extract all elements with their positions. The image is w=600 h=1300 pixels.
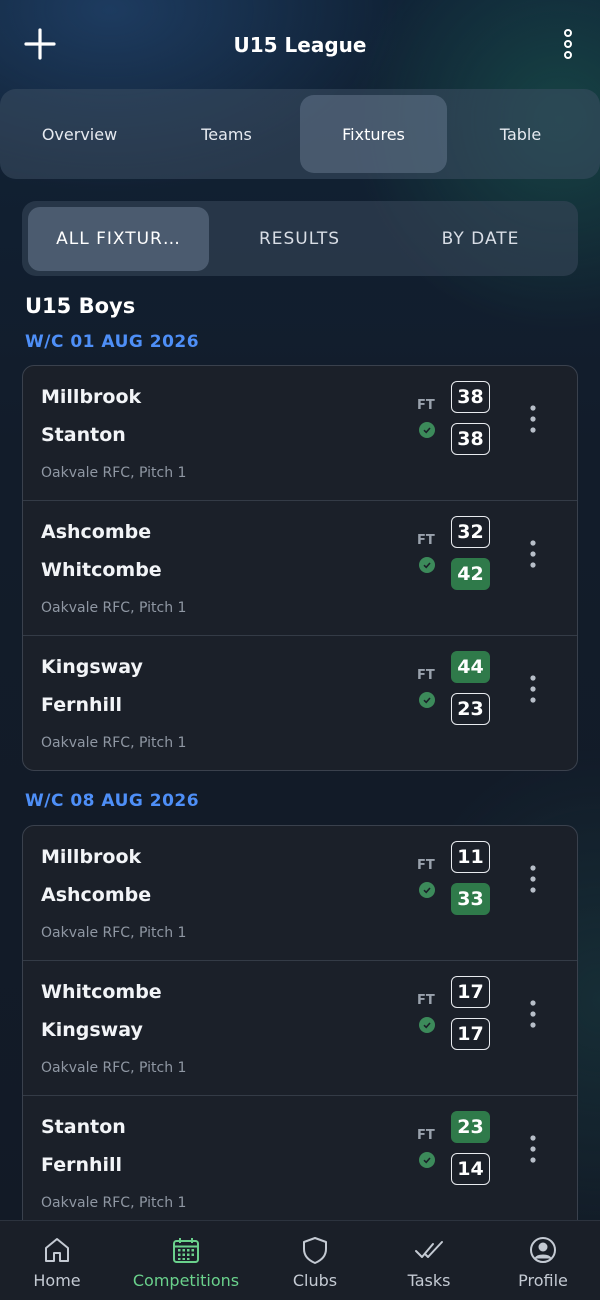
filter-results[interactable]: RESULTS: [209, 207, 390, 271]
home-score: 32: [451, 516, 490, 548]
fixture-row[interactable]: Kingsway Fernhill Oakvale RFC, Pitch 1 F…: [23, 636, 577, 770]
away-team: Kingsway: [41, 1019, 143, 1041]
match-status: FT: [417, 533, 435, 548]
venue: Oakvale RFC, Pitch 1: [41, 465, 187, 481]
nav-clubs[interactable]: Clubs: [255, 1221, 375, 1300]
away-score: 38: [451, 423, 490, 455]
double-check-icon: [415, 1241, 443, 1258]
fixture-menu-icon[interactable]: [523, 404, 543, 434]
home-team: Millbrook: [41, 846, 142, 868]
fixture-row[interactable]: Millbrook Stanton Oakvale RFC, Pitch 1 F…: [23, 366, 577, 501]
fixture-menu-icon[interactable]: [523, 674, 543, 704]
page-title: U15 League: [233, 33, 367, 57]
nav-label: Competitions: [132, 1271, 240, 1290]
filter-all-fixtures[interactable]: ALL FIXTUR…: [28, 207, 209, 271]
check-circle-icon: [419, 1017, 435, 1033]
away-score: 33: [451, 883, 490, 915]
home-score: 23: [451, 1111, 490, 1143]
nav-tasks[interactable]: Tasks: [369, 1221, 489, 1300]
group-title: U15 Boys: [25, 294, 136, 318]
fixture-menu-icon[interactable]: [523, 999, 543, 1029]
bottom-navigation: Home Competitions Clubs Tasks Profile: [0, 1220, 600, 1300]
week-label: W/C 08 AUG 2026: [25, 791, 200, 811]
fixture-menu-icon[interactable]: [523, 1134, 543, 1164]
match-status: FT: [417, 668, 435, 683]
check-circle-icon: [419, 422, 435, 438]
calendar-icon: [173, 1238, 199, 1263]
home-score: 17: [451, 976, 490, 1008]
match-status: FT: [417, 993, 435, 1008]
home-team: Ashcombe: [41, 521, 152, 543]
tab-teams[interactable]: Teams: [153, 95, 300, 173]
shield-icon: [303, 1237, 327, 1264]
competition-tabs: Overview Teams Fixtures Table: [0, 89, 600, 179]
venue: Oakvale RFC, Pitch 1: [41, 1060, 187, 1076]
tab-fixtures[interactable]: Fixtures: [300, 95, 447, 173]
nav-label: Clubs: [292, 1271, 338, 1290]
profile-icon: [530, 1237, 556, 1263]
fixture-row[interactable]: Ashcombe Whitcombe Oakvale RFC, Pitch 1 …: [23, 501, 577, 636]
home-score: 44: [451, 651, 490, 683]
more-options-icon[interactable]: [556, 26, 580, 62]
match-status: FT: [417, 858, 435, 873]
away-score: 17: [451, 1018, 490, 1050]
check-circle-icon: [419, 692, 435, 708]
fixture-row[interactable]: Millbrook Ashcombe Oakvale RFC, Pitch 1 …: [23, 826, 577, 961]
venue: Oakvale RFC, Pitch 1: [41, 600, 187, 616]
check-circle-icon: [419, 1152, 435, 1168]
away-team: Fernhill: [41, 1154, 123, 1176]
tab-table[interactable]: Table: [447, 95, 594, 173]
home-team: Stanton: [41, 1116, 126, 1138]
nav-competitions[interactable]: Competitions: [126, 1221, 246, 1300]
venue: Oakvale RFC, Pitch 1: [41, 1195, 187, 1211]
away-score: 23: [451, 693, 490, 725]
away-score: 14: [451, 1153, 490, 1185]
away-team: Whitcombe: [41, 559, 162, 581]
nav-label: Profile: [518, 1271, 568, 1290]
fixture-menu-icon[interactable]: [523, 864, 543, 894]
tab-overview[interactable]: Overview: [6, 95, 153, 173]
top-app-bar: U15 League: [0, 0, 600, 90]
fixtures-card: Millbrook Ashcombe Oakvale RFC, Pitch 1 …: [22, 825, 578, 1245]
match-status: FT: [417, 1128, 435, 1143]
nav-home[interactable]: Home: [0, 1221, 117, 1300]
fixture-row[interactable]: Stanton Fernhill Oakvale RFC, Pitch 1 FT…: [23, 1096, 577, 1231]
nav-label: Tasks: [407, 1271, 451, 1290]
check-circle-icon: [419, 882, 435, 898]
fixtures-filter: ALL FIXTUR… RESULTS BY DATE: [22, 201, 578, 276]
away-team: Ashcombe: [41, 884, 152, 906]
fixture-menu-icon[interactable]: [523, 539, 543, 569]
fixture-row[interactable]: Whitcombe Kingsway Oakvale RFC, Pitch 1 …: [23, 961, 577, 1096]
nav-profile[interactable]: Profile: [483, 1221, 600, 1300]
venue: Oakvale RFC, Pitch 1: [41, 925, 187, 941]
home-score: 11: [451, 841, 490, 873]
home-icon: [45, 1238, 69, 1262]
away-score: 42: [451, 558, 490, 590]
nav-label: Home: [33, 1271, 81, 1290]
home-score: 38: [451, 381, 490, 413]
home-team: Millbrook: [41, 386, 142, 408]
week-label: W/C 01 AUG 2026: [25, 332, 200, 352]
home-team: Whitcombe: [41, 981, 162, 1003]
venue: Oakvale RFC, Pitch 1: [41, 735, 187, 751]
home-team: Kingsway: [41, 656, 143, 678]
match-status: FT: [417, 398, 435, 413]
fixtures-card: Millbrook Stanton Oakvale RFC, Pitch 1 F…: [22, 365, 578, 771]
away-team: Stanton: [41, 424, 126, 446]
filter-by-date[interactable]: BY DATE: [390, 207, 571, 271]
check-circle-icon: [419, 557, 435, 573]
away-team: Fernhill: [41, 694, 123, 716]
